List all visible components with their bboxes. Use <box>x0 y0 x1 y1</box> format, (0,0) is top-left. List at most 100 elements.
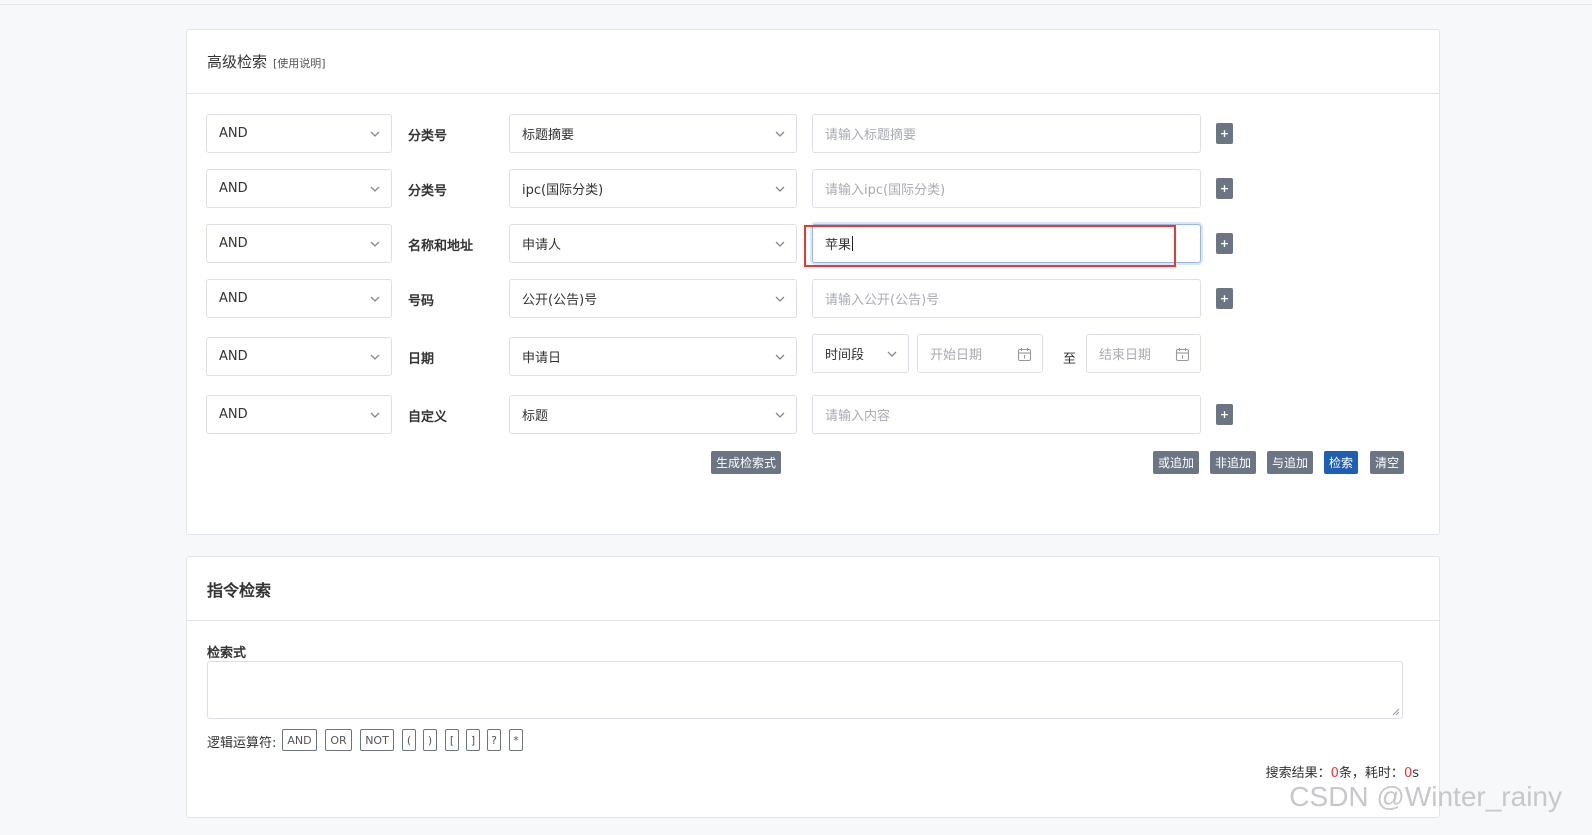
field-select-value: 申请人 <box>522 238 562 253</box>
logic-select-1[interactable]: AND <box>206 114 392 153</box>
command-search-card: 指令检索 检索式 逻辑运算符: AND OR NOT ( ) [ ] ? * 搜… <box>186 556 1440 818</box>
add-row-button[interactable]: + <box>1216 233 1233 254</box>
advanced-search-title: 高级检索 <box>207 53 268 71</box>
date-range-separator: 至 <box>1063 352 1077 367</box>
row-category-label: 号码 <box>408 294 435 309</box>
chevron-down-icon <box>775 412 785 418</box>
chevron-down-icon <box>370 296 380 302</box>
advanced-search-header: 高级检索 [使用说明] <box>187 30 1439 94</box>
generate-expression-button[interactable]: 生成检索式 <box>711 451 781 474</box>
not-add-button[interactable]: 非追加 <box>1210 451 1256 474</box>
chevron-down-icon <box>370 354 380 360</box>
chevron-down-icon <box>775 241 785 247</box>
advanced-search-card: 高级检索 [使用说明] AND 分类号 标题摘要 请输入标题摘要 + AND 分… <box>186 29 1440 535</box>
search-input-4[interactable]: 请输入公开(公告)号 <box>812 279 1201 318</box>
field-select-6[interactable]: 标题 <box>509 395 797 434</box>
input-placeholder: 请输入标题摘要 <box>825 128 917 143</box>
add-row-button[interactable]: + <box>1216 178 1233 199</box>
logic-select-value: AND <box>219 349 248 364</box>
command-search-title: 指令检索 <box>207 580 272 600</box>
operator-lbracket-button[interactable]: [ <box>445 729 459 751</box>
search-result-summary: 搜索结果：0条，耗时：0s <box>1266 762 1419 781</box>
result-time: 0 <box>1403 766 1413 781</box>
row-category-label: 名称和地址 <box>408 239 474 254</box>
search-input-1[interactable]: 请输入标题摘要 <box>812 114 1201 153</box>
field-select-value: 标题 <box>522 409 549 424</box>
end-date-placeholder: 结束日期 <box>1099 348 1152 363</box>
expression-textarea[interactable] <box>207 661 1403 719</box>
result-count: 0 <box>1330 766 1339 781</box>
chevron-down-icon <box>370 186 380 192</box>
operator-and-button[interactable]: AND <box>282 729 317 751</box>
field-select-value: 公开(公告)号 <box>522 293 598 308</box>
calendar-icon <box>1017 348 1032 362</box>
logic-select-4[interactable]: AND <box>206 279 392 318</box>
operator-or-button[interactable]: OR <box>325 729 352 751</box>
input-placeholder: 请输入ipc(国际分类) <box>825 183 946 198</box>
search-button[interactable]: 检索 <box>1324 451 1358 474</box>
field-select-4[interactable]: 公开(公告)号 <box>509 279 797 318</box>
input-placeholder: 请输入公开(公告)号 <box>825 293 940 308</box>
chevron-down-icon <box>775 296 785 302</box>
command-search-header: 指令检索 <box>187 557 1439 621</box>
logic-select-value: AND <box>219 291 248 306</box>
operator-rbracket-button[interactable]: ] <box>466 729 480 751</box>
top-divider <box>0 4 1592 5</box>
start-date-placeholder: 开始日期 <box>930 348 983 363</box>
logic-select-3[interactable]: AND <box>206 224 392 263</box>
field-select-5[interactable]: 申请日 <box>509 337 797 376</box>
chevron-down-icon <box>887 351 897 357</box>
operator-not-button[interactable]: NOT <box>360 729 394 751</box>
field-select-value: 标题摘要 <box>522 128 575 143</box>
chevron-down-icon <box>775 186 785 192</box>
row-category-label: 分类号 <box>408 129 448 144</box>
logic-select-2[interactable]: AND <box>206 169 392 208</box>
chevron-down-icon <box>775 131 785 137</box>
period-select-value: 时间段 <box>825 348 865 363</box>
row-category-label: 自定义 <box>408 410 448 425</box>
add-row-button[interactable]: + <box>1216 404 1233 425</box>
result-prefix: 搜索结果： <box>1265 766 1331 781</box>
search-input-2[interactable]: 请输入ipc(国际分类) <box>812 169 1201 208</box>
highlight-box <box>804 225 1176 267</box>
chevron-down-icon <box>370 412 380 418</box>
result-mid: 条，耗时： <box>1338 766 1404 781</box>
or-add-button[interactable]: 或追加 <box>1153 451 1199 474</box>
row-category-label: 日期 <box>408 352 435 367</box>
operator-rparen-button[interactable]: ) <box>423 729 437 751</box>
clear-button[interactable]: 清空 <box>1370 451 1404 474</box>
logic-operators-label: 逻辑运算符: <box>207 736 277 751</box>
and-add-button[interactable]: 与追加 <box>1267 451 1313 474</box>
result-unit: s <box>1412 766 1419 781</box>
field-select-3[interactable]: 申请人 <box>509 224 797 263</box>
input-placeholder: 请输入内容 <box>825 409 891 424</box>
chevron-down-icon <box>775 354 785 360</box>
add-row-button[interactable]: + <box>1216 288 1233 309</box>
resize-handle-icon[interactable] <box>1392 708 1400 716</box>
operator-question-button[interactable]: ? <box>487 729 501 751</box>
search-input-6[interactable]: 请输入内容 <box>812 395 1201 434</box>
chevron-down-icon <box>370 131 380 137</box>
logic-select-value: AND <box>219 407 248 422</box>
chevron-down-icon <box>370 241 380 247</box>
add-row-button[interactable]: + <box>1216 123 1233 144</box>
period-select[interactable]: 时间段 <box>812 334 909 373</box>
operator-star-button[interactable]: * <box>509 729 523 751</box>
logic-select-5[interactable]: AND <box>206 337 392 376</box>
field-select-value: 申请日 <box>522 351 562 366</box>
logic-select-value: AND <box>219 181 248 196</box>
calendar-icon <box>1175 348 1190 362</box>
csdn-watermark: CSDN @Winter_rainy <box>1289 781 1562 812</box>
expression-label: 检索式 <box>207 646 247 661</box>
start-date-picker[interactable]: 开始日期 <box>917 334 1043 373</box>
usage-help-link[interactable]: [使用说明] <box>273 55 326 71</box>
field-select-1[interactable]: 标题摘要 <box>509 114 797 153</box>
logic-select-value: AND <box>219 236 248 251</box>
operator-lparen-button[interactable]: ( <box>402 729 416 751</box>
field-select-2[interactable]: ipc(国际分类) <box>509 169 797 208</box>
field-select-value: ipc(国际分类) <box>522 183 604 198</box>
logic-select-value: AND <box>219 126 248 141</box>
end-date-picker[interactable]: 结束日期 <box>1086 334 1201 373</box>
row-category-label: 分类号 <box>408 184 448 199</box>
logic-select-6[interactable]: AND <box>206 395 392 434</box>
